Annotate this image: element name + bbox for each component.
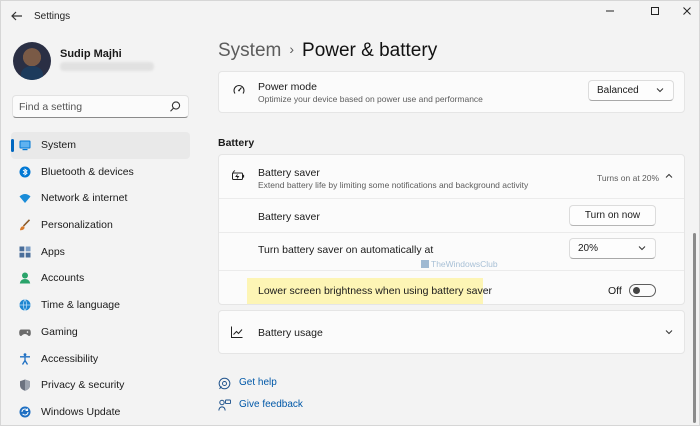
battery-section-label: Battery — [218, 137, 255, 149]
auto-threshold-dropdown[interactable]: 20% — [569, 238, 656, 259]
power-mode-selected: Balanced — [597, 85, 639, 96]
chevron-up-icon[interactable] — [664, 170, 674, 182]
brightness-toggle-state: Off — [608, 285, 622, 297]
settings-window: Settings Sudip Majhi System — [0, 0, 700, 426]
sidebar-item-accounts[interactable]: Accounts — [11, 265, 190, 292]
back-arrow-icon[interactable] — [9, 9, 25, 25]
sidebar-item-privacy-security[interactable]: Privacy & security — [11, 372, 190, 399]
lower-brightness-label: Lower screen brightness when using batte… — [258, 285, 493, 297]
give-feedback-label: Give feedback — [239, 399, 303, 410]
divider — [219, 270, 684, 271]
divider — [219, 198, 684, 199]
turn-on-now-button[interactable]: Turn on now — [569, 205, 656, 226]
globe-clock-icon — [19, 299, 31, 311]
sidebar-item-accessibility[interactable]: Accessibility — [11, 346, 190, 373]
sidebar-item-label: Gaming — [41, 325, 78, 338]
monitor-icon — [19, 139, 31, 151]
sidebar-item-label: Accounts — [41, 272, 85, 285]
feedback-icon — [218, 399, 231, 412]
power-mode-icon — [232, 83, 246, 97]
sidebar-item-gaming[interactable]: Gaming — [11, 319, 190, 346]
auto-battery-saver-label: Turn battery saver on automatically at — [258, 244, 434, 256]
battery-saver-title: Battery saver — [258, 167, 320, 179]
battery-saver-description: Extend battery life by limiting some not… — [258, 180, 529, 190]
sidebar-item-windows-update[interactable]: Windows Update — [11, 399, 190, 426]
toggle-knob — [633, 287, 640, 294]
sidebar-item-label: Personalization — [41, 219, 113, 232]
battery-saver-card: Battery saver Extend battery life by lim… — [218, 154, 685, 305]
chevron-down-icon[interactable] — [664, 326, 674, 338]
power-mode-dropdown[interactable]: Balanced — [588, 80, 674, 101]
sidebar-item-label: Apps — [41, 245, 65, 258]
app-title: Settings — [34, 11, 71, 22]
main-content: Power mode Optimize your device based on… — [218, 71, 685, 426]
sidebar-item-label: Privacy & security — [41, 379, 125, 392]
help-icon — [218, 377, 231, 390]
battery-saver-header[interactable]: Battery saver Extend battery life by lim… — [219, 155, 684, 198]
sidebar-nav: System Bluetooth & devices Network & int… — [11, 132, 191, 426]
breadcrumb: System › Power & battery — [218, 40, 437, 62]
avatar[interactable] — [13, 42, 51, 80]
wifi-icon — [19, 192, 31, 204]
apps-icon — [19, 246, 31, 258]
sidebar-item-personalization[interactable]: Personalization — [11, 212, 190, 239]
battery-saver-status: Turns on at 20% — [597, 173, 660, 183]
sidebar-item-system[interactable]: System — [11, 132, 190, 159]
watermark-text: TheWindowsClub — [431, 259, 498, 269]
battery-usage-card[interactable]: Battery usage — [218, 310, 685, 354]
battery-saver-row-label: Battery saver — [258, 211, 320, 223]
sidebar-item-label: Windows Update — [41, 405, 121, 418]
auto-threshold-selected: 20% — [578, 243, 599, 254]
divider — [219, 232, 684, 233]
update-icon — [19, 406, 31, 418]
chevron-down-icon — [655, 84, 665, 96]
accessibility-icon — [19, 352, 31, 365]
watermark-logo-icon — [421, 260, 429, 268]
power-mode-card: Power mode Optimize your device based on… — [218, 71, 685, 113]
chart-icon — [230, 325, 244, 339]
brush-icon — [19, 219, 31, 231]
sidebar-item-apps[interactable]: Apps — [11, 239, 190, 266]
battery-usage-title: Battery usage — [258, 327, 323, 339]
sidebar-item-label: System — [41, 139, 77, 151]
gamepad-icon — [19, 326, 31, 338]
search-box — [12, 95, 189, 118]
sidebar-item-label: Network & internet — [41, 192, 128, 205]
shield-icon — [19, 379, 31, 391]
close-icon[interactable] — [673, 5, 700, 19]
person-icon — [19, 272, 31, 284]
breadcrumb-parent[interactable]: System — [218, 40, 281, 61]
profile-name: Sudip Majhi — [60, 48, 122, 60]
sidebar-item-network[interactable]: Network & internet — [11, 185, 190, 212]
title-bar: Settings — [1, 1, 700, 33]
watermark: TheWindowsClub — [421, 259, 498, 269]
bluetooth-icon — [19, 166, 31, 178]
profile-email-redacted — [60, 62, 154, 71]
sidebar-item-label: Accessibility — [41, 352, 99, 365]
get-help-label: Get help — [239, 377, 277, 388]
scrollbar[interactable] — [693, 233, 696, 423]
breadcrumb-separator: › — [289, 41, 295, 57]
battery-saver-icon — [231, 169, 245, 183]
power-mode-title: Power mode — [258, 81, 317, 93]
chevron-down-icon — [637, 242, 647, 254]
sidebar-item-bluetooth[interactable]: Bluetooth & devices — [11, 159, 190, 186]
sidebar-item-label: Time & language — [41, 299, 120, 312]
search-input[interactable] — [19, 99, 169, 114]
minimize-icon[interactable] — [596, 5, 624, 19]
search-icon[interactable] — [168, 100, 182, 114]
sidebar-item-time-language[interactable]: Time & language — [11, 292, 190, 319]
lower-brightness-toggle[interactable] — [629, 284, 656, 297]
maximize-icon[interactable] — [641, 5, 669, 19]
sidebar-item-label: Bluetooth & devices — [41, 165, 134, 178]
page-title: Power & battery — [302, 40, 438, 61]
power-mode-description: Optimize your device based on power use … — [258, 94, 483, 104]
